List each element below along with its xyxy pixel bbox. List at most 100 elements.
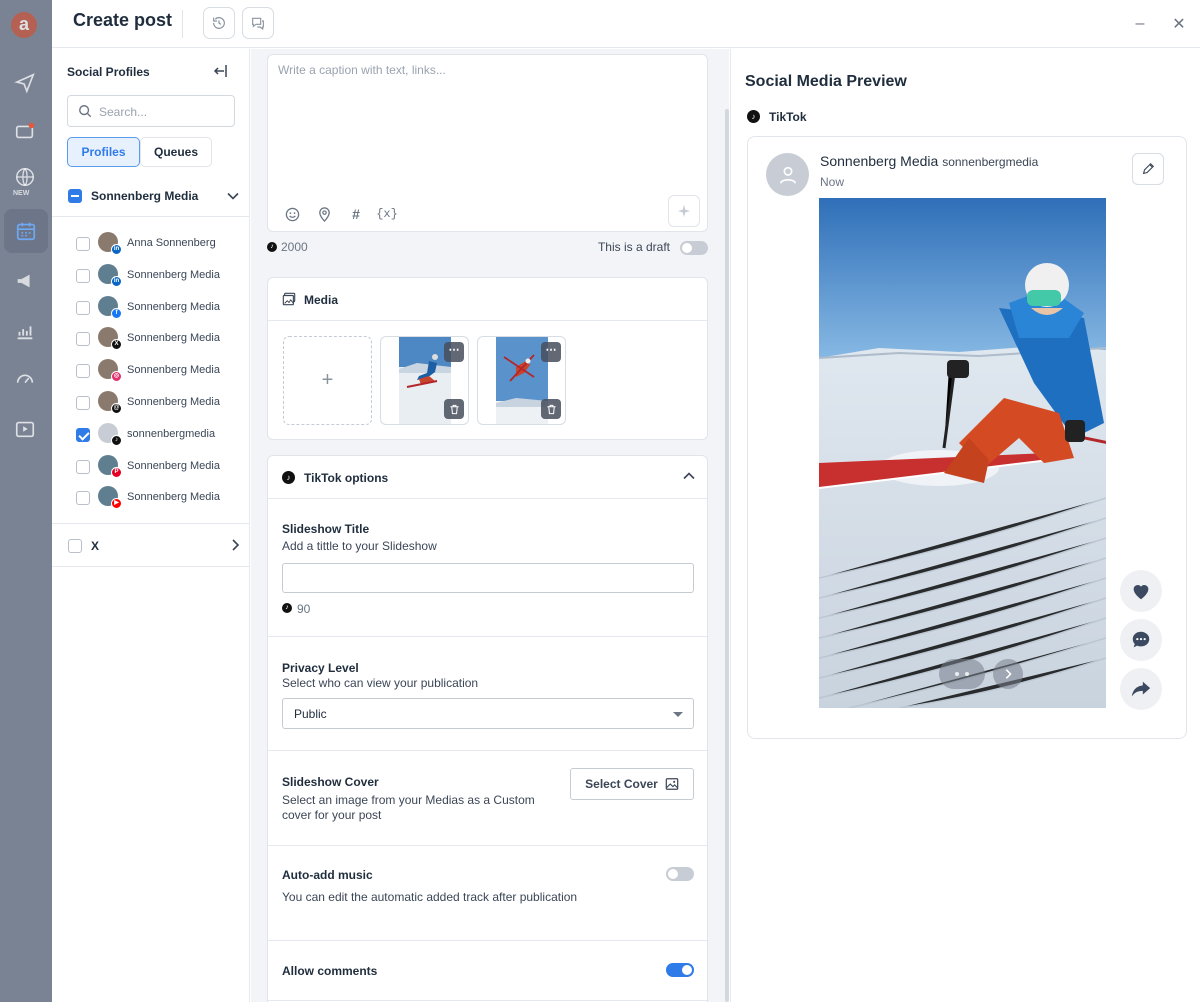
profile-checkbox[interactable] — [76, 427, 90, 442]
youtube-icon: ▶ — [111, 498, 122, 510]
profile-checkbox[interactable] — [76, 332, 90, 347]
trash-icon — [449, 404, 459, 414]
pinterest-icon: P — [111, 466, 122, 478]
profile-row[interactable]: @ Sonnenberg Media — [52, 388, 250, 420]
next-slide-button[interactable] — [993, 659, 1023, 689]
profile-checkbox[interactable] — [76, 364, 90, 379]
images-icon — [282, 292, 296, 306]
history-button[interactable] — [203, 7, 235, 39]
tiktok-options-header[interactable]: ♪ TikTok options — [268, 456, 707, 499]
comments-section: Allow comments — [268, 941, 707, 1001]
add-media-button[interactable]: + — [283, 336, 372, 425]
ai-assist-button[interactable] — [668, 195, 700, 227]
privacy-select[interactable]: Public — [282, 698, 694, 729]
collapse-panel-icon[interactable] — [212, 63, 228, 79]
tiktok-icon: ♪ — [282, 603, 292, 613]
analytics-icon[interactable] — [12, 318, 38, 344]
comments-button[interactable] — [242, 7, 274, 39]
profile-checkbox[interactable] — [76, 395, 90, 410]
profile-row[interactable]: ◎ Sonnenberg Media — [52, 356, 250, 388]
comments-toggle[interactable] — [666, 963, 694, 977]
megaphone-icon[interactable] — [12, 268, 38, 294]
variable-icon[interactable]: {x} — [376, 206, 398, 222]
privacy-value: Public — [294, 707, 327, 721]
caption-counter-row: ♪ 2000 This is a draft — [267, 239, 708, 257]
media-thumbnail[interactable]: ⋯ — [477, 336, 566, 425]
post-time: Now — [820, 175, 845, 189]
create-post-modal: Create post – ✕ Social Profiles Profiles… — [52, 0, 1200, 1002]
close-icon[interactable]: ✕ — [1169, 14, 1189, 34]
profile-row[interactable]: in Sonnenberg Media — [52, 261, 250, 293]
send-icon[interactable] — [12, 70, 38, 96]
profile-row[interactable]: X Sonnenberg Media — [52, 324, 250, 356]
heart-icon — [1133, 585, 1149, 600]
chevron-up-icon[interactable] — [682, 469, 696, 483]
music-section: Auto-add music You can edit the automati… — [268, 846, 707, 941]
preview-panel: Social Media Preview ♪ TikTok Sonnenberg… — [730, 49, 1200, 1002]
tab-queues[interactable]: Queues — [140, 137, 212, 167]
draft-toggle[interactable] — [680, 241, 708, 255]
video-icon[interactable] — [12, 416, 38, 442]
profile-checkbox[interactable] — [76, 459, 90, 474]
avatar — [766, 153, 809, 196]
profile-checkbox[interactable] — [76, 491, 90, 506]
search-input[interactable] — [99, 102, 229, 122]
inbox-icon[interactable] — [12, 118, 38, 144]
select-cover-label: Select Cover — [585, 777, 658, 791]
profile-name: Sonnenberg Media — [127, 364, 220, 377]
profile-row[interactable]: ▶ Sonnenberg Media — [52, 483, 250, 515]
privacy-label: Privacy Level — [282, 661, 359, 675]
profile-group-row-x[interactable]: X — [52, 525, 250, 567]
select-cover-button[interactable]: Select Cover — [570, 768, 694, 800]
chevron-right-icon[interactable] — [228, 538, 242, 552]
tab-profiles[interactable]: Profiles — [67, 137, 140, 167]
slideshow-title-input[interactable] — [282, 563, 694, 593]
caption-input[interactable] — [278, 63, 698, 183]
calendar-icon[interactable] — [4, 209, 48, 253]
slideshow-title-desc: Add a tittle to your Slideshow — [282, 539, 437, 553]
profile-name: Sonnenberg Media — [127, 300, 220, 313]
preview-network-label: TikTok — [769, 110, 807, 124]
minimize-icon[interactable]: – — [1130, 14, 1150, 34]
music-toggle[interactable] — [666, 867, 694, 881]
image-icon — [665, 778, 679, 790]
app-logo[interactable]: a — [11, 12, 37, 38]
delete-media-button[interactable] — [444, 399, 464, 419]
media-thumbnail[interactable]: ⋯ — [380, 336, 469, 425]
group-checkbox-x[interactable] — [68, 539, 82, 553]
editor-scrollbar[interactable] — [725, 109, 729, 1002]
profile-search[interactable] — [67, 95, 235, 127]
profile-checkbox[interactable] — [76, 268, 90, 283]
location-icon[interactable] — [316, 206, 332, 222]
globe-icon[interactable] — [12, 164, 38, 190]
emoji-icon[interactable] — [284, 206, 300, 222]
slide-indicator — [939, 659, 985, 689]
delete-media-button[interactable] — [541, 399, 561, 419]
profile-checkbox[interactable] — [76, 300, 90, 315]
media-options-button[interactable]: ⋯ — [444, 342, 464, 362]
share-button[interactable] — [1120, 668, 1162, 710]
group-checkbox[interactable] — [68, 189, 82, 203]
profile-row[interactable]: ♪ sonnenbergmedia — [52, 420, 250, 452]
cover-desc: Select an image from your Medias as a Cu… — [282, 793, 535, 822]
chevron-down-icon[interactable] — [226, 189, 240, 203]
edit-preview-button[interactable] — [1132, 153, 1164, 185]
like-button[interactable] — [1120, 570, 1162, 612]
media-options-button[interactable]: ⋯ — [541, 342, 561, 362]
profile-name: Sonnenberg Media — [127, 332, 220, 345]
comments-icon — [252, 17, 264, 31]
profile-row[interactable]: P Sonnenberg Media — [52, 452, 250, 484]
page-title: Create post — [73, 10, 173, 30]
profile-row[interactable]: f Sonnenberg Media — [52, 293, 250, 325]
preview-display-name: Sonnenberg Media sonnenbergmedia — [820, 153, 1038, 169]
hashtag-icon[interactable]: # — [348, 206, 364, 222]
profile-group-row[interactable]: Sonnenberg Media — [52, 177, 250, 217]
threads-icon: @ — [111, 402, 122, 414]
x-icon: X — [111, 339, 122, 351]
user-icon — [779, 166, 796, 184]
profile-row[interactable]: in Anna Sonnenberg — [52, 229, 250, 261]
gauge-icon[interactable] — [12, 366, 38, 392]
comment-button[interactable] — [1120, 619, 1162, 661]
profile-checkbox[interactable] — [76, 237, 90, 251]
music-desc: You can edit the automatic added track a… — [282, 890, 578, 904]
